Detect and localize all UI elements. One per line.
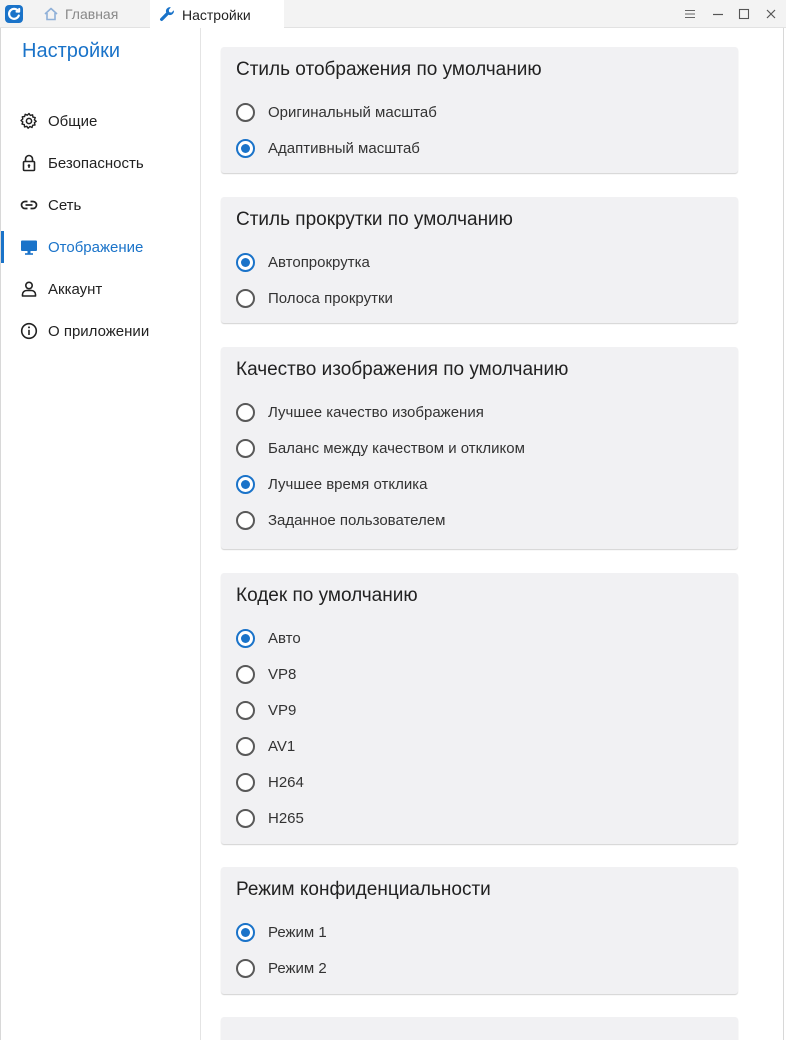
- sidebar: Настройки Общие Безопасность Сеть Отобра…: [0, 28, 201, 1040]
- radio-option-codec-h264[interactable]: H264: [236, 771, 304, 793]
- radio-button[interactable]: [236, 736, 255, 756]
- radio-button[interactable]: [236, 438, 255, 458]
- section-privacy-mode: Режим конфиденциальности Режим 1 Режим 2: [221, 867, 738, 994]
- radio-button[interactable]: [236, 252, 255, 272]
- radio-button[interactable]: [236, 474, 255, 494]
- radio-option-custom[interactable]: Заданное пользователем: [236, 509, 445, 531]
- radio-label: VP9: [268, 701, 297, 719]
- radio-label: H265: [268, 809, 304, 827]
- settings-content: Стиль отображения по умолчанию Оригиналь…: [202, 28, 784, 1040]
- info-icon: [20, 322, 38, 340]
- radio-label: H264: [268, 773, 304, 791]
- radio-button[interactable]: [236, 288, 255, 308]
- section-image-quality: Качество изображения по умолчанию Лучшее…: [221, 347, 738, 549]
- sidebar-item-label: Аккаунт: [48, 280, 103, 298]
- radio-option-codec-av1[interactable]: AV1: [236, 735, 295, 757]
- radio-option-privacy-mode-2[interactable]: Режим 2: [236, 957, 327, 979]
- radio-option-original-scale[interactable]: Оригинальный масштаб: [236, 101, 437, 123]
- radio-label: Адаптивный масштаб: [268, 139, 420, 157]
- link-icon: [20, 196, 38, 214]
- sidebar-item-account[interactable]: Аккаунт: [1, 271, 201, 307]
- sidebar-item-display[interactable]: Отображение: [1, 229, 201, 265]
- radio-button[interactable]: [236, 772, 255, 792]
- section-view-style: Стиль отображения по умолчанию Оригиналь…: [221, 47, 738, 173]
- radio-label: Полоса прокрутки: [268, 289, 393, 307]
- sidebar-item-label: Отображение: [48, 238, 144, 256]
- radio-option-best-latency[interactable]: Лучшее время отклика: [236, 473, 427, 495]
- radio-option-scrollbar[interactable]: Полоса прокрутки: [236, 287, 393, 309]
- tab-home-label: Главная: [65, 6, 119, 22]
- sidebar-item-security[interactable]: Безопасность: [1, 145, 201, 181]
- radio-button[interactable]: [236, 102, 255, 122]
- radio-label: Режим 1: [268, 923, 327, 941]
- radio-option-codec-auto[interactable]: Авто: [236, 627, 301, 649]
- radio-option-autoscroll[interactable]: Автопрокрутка: [236, 251, 370, 273]
- sidebar-item-label: Безопасность: [48, 154, 144, 172]
- tab-settings[interactable]: Настройки: [150, 0, 284, 29]
- radio-option-codec-vp8[interactable]: VP8: [236, 663, 296, 685]
- section-title: Стиль отображения по умолчанию: [236, 59, 542, 80]
- home-icon: [43, 6, 59, 22]
- section-title: Кодек по умолчанию: [236, 585, 418, 606]
- user-icon: [20, 280, 38, 298]
- radio-label: Авто: [268, 629, 301, 647]
- radio-label: Режим 2: [268, 959, 327, 977]
- sidebar-title: Настройки: [22, 40, 121, 62]
- tab-home[interactable]: Главная: [43, 0, 148, 28]
- monitor-icon: [20, 238, 38, 256]
- wrench-icon: [159, 6, 176, 23]
- radio-label: AV1: [268, 737, 296, 755]
- app-logo-icon: [5, 5, 23, 23]
- radio-button[interactable]: [236, 628, 255, 648]
- sidebar-item-about[interactable]: О приложении: [1, 313, 201, 349]
- maximize-icon[interactable]: [736, 6, 752, 22]
- title-bar: Главная Настройки: [0, 0, 786, 29]
- tab-settings-label: Настройки: [182, 6, 251, 23]
- radio-option-codec-h265[interactable]: H265: [236, 807, 304, 829]
- radio-button[interactable]: [236, 510, 255, 530]
- minimize-icon[interactable]: [710, 6, 726, 22]
- section-codec: Кодек по умолчанию Авто VP8 VP9 AV1 H264…: [221, 573, 738, 844]
- menu-icon[interactable]: [682, 6, 698, 22]
- radio-button[interactable]: [236, 402, 255, 422]
- radio-button[interactable]: [236, 664, 255, 684]
- radio-label: Баланс между качеством и откликом: [268, 439, 525, 457]
- sidebar-item-label: Сеть: [48, 196, 82, 214]
- radio-label: Лучшее время отклика: [268, 475, 428, 493]
- radio-button[interactable]: [236, 138, 255, 158]
- section-next-partial: [221, 1017, 738, 1040]
- section-title: Качество изображения по умолчанию: [236, 359, 569, 380]
- radio-button[interactable]: [236, 922, 255, 942]
- sidebar-item-label: О приложении: [48, 322, 150, 340]
- section-title: Режим конфиденциальности: [236, 879, 491, 900]
- section-title: Стиль прокрутки по умолчанию: [236, 209, 513, 230]
- sidebar-item-general[interactable]: Общие: [1, 103, 201, 139]
- radio-label: Лучшее качество изображения: [268, 403, 484, 421]
- radio-label: Автопрокрутка: [268, 253, 370, 271]
- radio-option-best-quality[interactable]: Лучшее качество изображения: [236, 401, 484, 423]
- radio-label: VP8: [268, 665, 297, 683]
- sidebar-item-label: Общие: [48, 112, 98, 130]
- radio-button[interactable]: [236, 958, 255, 978]
- radio-option-codec-vp9[interactable]: VP9: [236, 699, 296, 721]
- radio-option-privacy-mode-1[interactable]: Режим 1: [236, 921, 327, 943]
- radio-option-balanced[interactable]: Баланс между качеством и откликом: [236, 437, 525, 459]
- gear-icon: [20, 112, 38, 130]
- radio-button[interactable]: [236, 808, 255, 828]
- close-icon[interactable]: [763, 6, 779, 22]
- sidebar-item-network[interactable]: Сеть: [1, 187, 201, 223]
- radio-label: Оригинальный масштаб: [268, 103, 437, 121]
- section-scroll-style: Стиль прокрутки по умолчанию Автопрокрут…: [221, 197, 738, 323]
- radio-button[interactable]: [236, 700, 255, 720]
- radio-label: Заданное пользователем: [268, 511, 446, 529]
- radio-option-adaptive-scale[interactable]: Адаптивный масштаб: [236, 137, 420, 159]
- lock-icon: [20, 154, 38, 172]
